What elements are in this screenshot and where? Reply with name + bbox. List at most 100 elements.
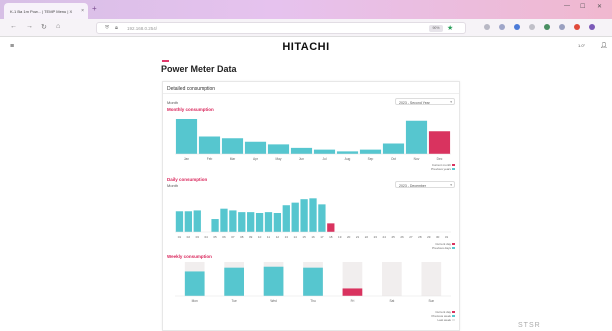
x-tick-label: 29 [427,235,431,239]
x-tick-label: Wed [270,299,277,303]
monthly-period-label: Month [167,100,179,105]
tab-close-icon[interactable]: × [81,8,84,14]
daily-period-label: Month [167,183,179,188]
bookmark-star-icon[interactable]: ★ [447,24,453,32]
bar-09[interactable] [247,212,255,232]
new-tab-button[interactable]: + [92,4,97,13]
bar-17[interactable] [318,204,326,232]
x-tick-label: Fri [351,299,355,303]
bar-Aug[interactable] [336,151,359,154]
bar-08[interactable] [238,212,246,232]
tab-title: K-1 Ba 1m Pow... | TEMP Menu | X [10,9,73,14]
bar-10[interactable] [255,213,264,232]
extension-icon[interactable] [559,24,565,30]
bar-Jun[interactable] [290,147,313,154]
bar-Fri[interactable] [342,288,363,296]
x-tick-label: 10 [258,235,262,239]
bar-03[interactable] [193,210,201,232]
bar-Oct[interactable] [382,143,405,155]
weekly-legend: Current day Previous week Last week [393,310,455,322]
bar-Dec[interactable] [428,131,451,154]
x-tick-label: Sep [368,157,374,161]
x-tick-label: 14 [294,235,298,239]
browser-tab[interactable]: K-1 Ba 1m Pow... | TEMP Menu | X × [4,3,88,19]
x-tick-label: 19 [338,235,342,239]
bar-Mon[interactable] [184,271,205,296]
bar-May[interactable] [267,144,290,154]
bar-01[interactable] [175,211,184,232]
bar-07[interactable] [229,210,237,232]
x-tick-label: 02 [187,235,191,239]
address-bar[interactable]: ⛨ 🔒︎ 192.168.0.254/ 90% ★ [96,22,466,34]
x-tick-label: 03 [196,235,200,239]
x-tick-label: 05 [213,235,217,239]
bar-Feb[interactable] [198,136,221,155]
bar-Tue[interactable] [224,267,244,296]
bar-02[interactable] [184,211,193,232]
extension-icon[interactable] [589,24,595,30]
extension-icon[interactable] [514,24,520,30]
card-header: Detailed consumption [163,82,459,94]
x-tick-label: 12 [276,235,280,239]
title-accent [162,60,169,62]
monthly-legend: Current month Previous years [393,163,455,171]
bar-15[interactable] [300,199,308,232]
bar-16[interactable] [309,198,317,232]
x-tick-label: 21 [356,235,360,239]
lock-icon[interactable]: 🔒︎ [115,25,118,32]
daily-month-select[interactable]: 2023 - December ▾ [395,181,455,188]
bar-14[interactable] [291,202,299,232]
bar-18[interactable] [327,223,335,232]
language-selector[interactable]: 1.0° [578,43,585,48]
page: ≡ HITACHI 1.0° 👤︎ Power Meter Data Detai… [0,37,612,331]
extension-icon[interactable] [574,24,580,30]
chevron-down-icon: ▾ [450,100,452,104]
card-title: Detailed consumption [167,86,216,92]
close-window-icon[interactable]: ✕ [597,3,602,10]
bar-Apr[interactable] [244,141,267,154]
maximize-icon[interactable]: ☐ [580,3,585,10]
bar-12[interactable] [273,213,282,232]
bar-13[interactable] [282,205,290,232]
x-tick-label: 01 [178,235,182,239]
x-tick-label: 26 [400,235,404,239]
minimize-icon[interactable]: — [564,3,570,9]
extension-icon[interactable] [499,24,505,30]
monthly-select-value: 2023 - Second Year [399,100,430,105]
bar-06[interactable] [220,208,228,232]
url-text: 192.168.0.254/ [127,26,158,31]
x-tick-label: 30 [436,235,440,239]
x-tick-label: Nov [414,157,420,161]
x-tick-label: 15 [302,235,306,239]
x-tick-label: 20 [347,235,351,239]
consumption-card: Detailed consumption Month 2023 - Second… [162,81,460,331]
chevron-down-icon: ▾ [450,183,452,187]
bar-Wed[interactable] [263,266,284,296]
monthly-year-select[interactable]: 2023 - Second Year ▾ [395,98,455,105]
legend-swatch [452,167,455,171]
user-icon[interactable]: 👤︎ [600,42,608,49]
bar-11[interactable] [264,212,273,232]
x-tick-label: 18 [329,235,333,239]
x-tick-label: Feb [207,157,213,161]
weekly-chart: Mon Tue Wed Thu Fri Sat Sun [175,262,451,303]
page-title: Power Meter Data [161,64,237,74]
extension-icon[interactable] [484,24,490,30]
reload-icon[interactable]: ↻ [41,23,47,31]
legend-item-previous: Previous years [393,167,455,171]
bar-05[interactable] [211,219,219,232]
bar-Nov[interactable] [405,120,428,154]
home-icon[interactable]: ⌂ [56,23,60,30]
forward-icon[interactable]: → [26,23,33,30]
shield-icon[interactable]: ⛨ [105,25,109,32]
daily-select-value: 2023 - December [399,183,427,188]
bar-Mar[interactable] [221,138,244,154]
back-icon[interactable]: ← [10,23,17,30]
extension-icon[interactable] [544,24,550,30]
bar-Thu[interactable] [303,267,323,296]
bar-Jan[interactable] [175,119,198,154]
extension-icon[interactable] [529,24,535,30]
bar-Sep[interactable] [359,149,382,154]
bar-Jul[interactable] [313,149,336,154]
zoom-level[interactable]: 90% [429,25,443,32]
